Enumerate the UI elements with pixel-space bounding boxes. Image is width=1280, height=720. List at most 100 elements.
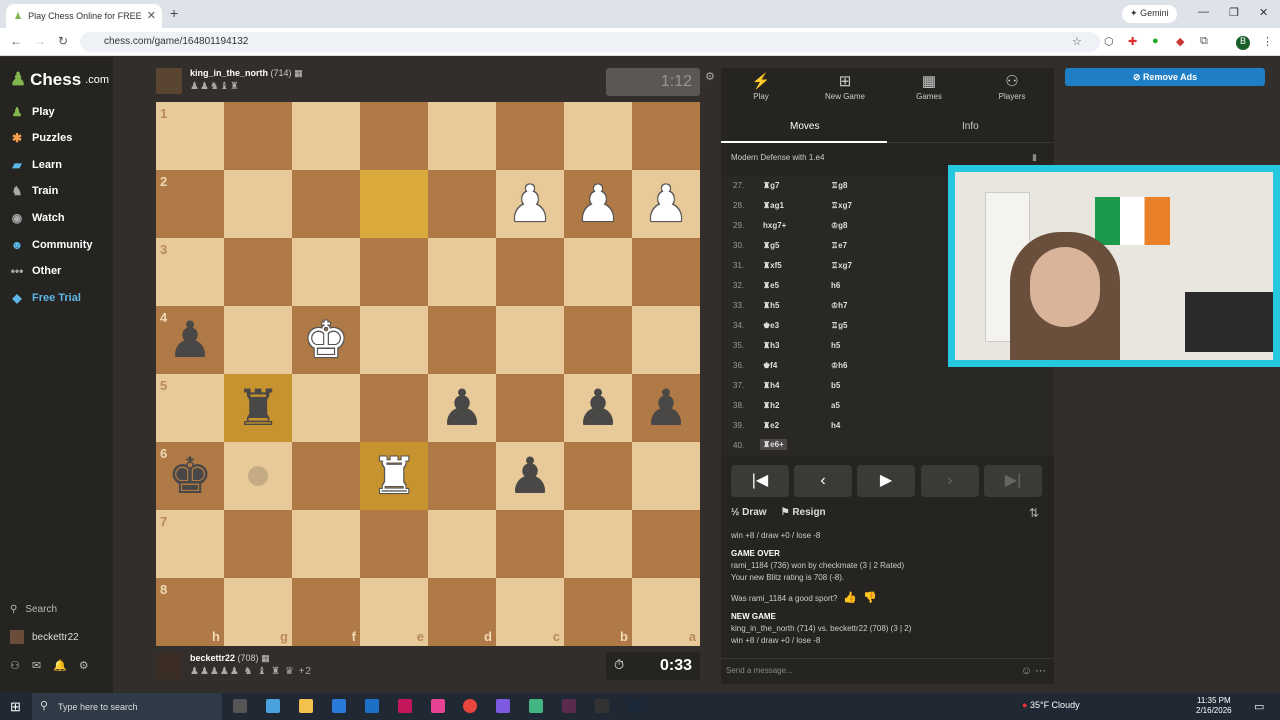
sidebar-profile[interactable]: beckettr22 <box>10 630 79 644</box>
remove-ads-button[interactable]: ⊘ Remove Ads <box>1065 68 1265 86</box>
tab-games[interactable]: ▦ Games <box>889 72 969 101</box>
board-square[interactable] <box>496 510 564 578</box>
white-move[interactable]: ♚f4 <box>763 361 777 370</box>
chess-piece[interactable]: ♟ <box>428 374 496 442</box>
board-square[interactable] <box>564 306 632 374</box>
extension-icon[interactable]: ⬡ <box>1104 35 1114 48</box>
notification-center-icon[interactable]: ▭ <box>1254 700 1264 713</box>
tab-info[interactable]: Info <box>962 121 979 132</box>
board-square[interactable]: 8h <box>156 578 224 646</box>
board-square[interactable] <box>632 102 700 170</box>
board-square[interactable]: ♟ <box>496 442 564 510</box>
messages-icon[interactable]: ✉ <box>32 659 41 672</box>
board-square[interactable] <box>428 510 496 578</box>
gemini-button[interactable]: ✦ Gemini <box>1122 5 1177 23</box>
board-square[interactable] <box>292 170 360 238</box>
copilot-icon[interactable] <box>266 699 280 713</box>
maximize-icon[interactable]: ❐ <box>1229 6 1239 19</box>
board-square[interactable]: c <box>496 578 564 646</box>
black-move[interactable]: ♖g5 <box>831 321 848 330</box>
sidebar-item-other[interactable]: ••• Other <box>10 261 62 281</box>
app-icon[interactable] <box>529 699 543 713</box>
extension-icon[interactable]: ◆ <box>1176 35 1184 48</box>
board-square[interactable] <box>496 102 564 170</box>
white-move[interactable]: ♚e3 <box>763 321 779 330</box>
thumbs-down-icon[interactable]: 👎 <box>863 592 877 604</box>
emoji-icon[interactable]: ☺ ⋯ <box>1021 664 1046 677</box>
chess-board[interactable]: 1 2 ♟ ♟ ♟ 3 4 ♟ ♚ 5 ♜ ♟ ♟ ♟ 6 ♚ ♜ ♟ 7 8 h g f e d c b a <box>156 102 700 646</box>
white-move[interactable]: ♜xf5 <box>763 261 782 270</box>
weather-widget[interactable]: ● 35°F Cloudy <box>1022 700 1080 710</box>
board-square[interactable] <box>496 238 564 306</box>
black-move[interactable]: ♔g8 <box>831 221 848 230</box>
sidebar-item-play[interactable]: ♟ Play <box>10 102 55 122</box>
board-square[interactable] <box>224 170 292 238</box>
sidebar-item-community[interactable]: ☻ Community <box>10 235 93 255</box>
board-square[interactable]: ♟ <box>564 170 632 238</box>
black-move[interactable]: h4 <box>831 421 840 430</box>
chess-piece[interactable]: ♜ <box>224 374 292 442</box>
board-square[interactable]: ♟ <box>564 374 632 442</box>
board-square[interactable]: 5 <box>156 374 224 442</box>
chess-piece[interactable]: ♟ <box>496 442 564 510</box>
board-square[interactable] <box>564 102 632 170</box>
black-move[interactable]: ♔h6 <box>831 361 848 370</box>
white-move[interactable]: ♜e2 <box>763 421 779 430</box>
minimize-icon[interactable]: — <box>1198 6 1209 18</box>
board-square[interactable] <box>360 170 428 238</box>
board-square[interactable] <box>496 306 564 374</box>
black-move[interactable]: ♔h7 <box>831 301 848 310</box>
chess-logo[interactable]: ♟ Chess .com <box>10 69 109 90</box>
board-square[interactable] <box>632 238 700 306</box>
back-icon[interactable]: ← <box>10 34 22 48</box>
white-move[interactable]: ♜h3 <box>763 341 780 350</box>
board-square[interactable] <box>224 102 292 170</box>
board-square[interactable] <box>428 442 496 510</box>
bookmark-star-icon[interactable]: ☆ <box>1072 35 1082 48</box>
extension-icon[interactable]: ● <box>1152 35 1159 47</box>
board-square[interactable] <box>428 170 496 238</box>
sidebar-item-train[interactable]: ♞ Train <box>10 181 59 201</box>
opening-name[interactable]: Modern Defense with 1.e4 <box>731 153 824 162</box>
white-move[interactable]: ♜e6+ <box>760 439 787 450</box>
profile-avatar-icon[interactable]: B <box>1236 36 1250 50</box>
board-square[interactable] <box>632 510 700 578</box>
chess-piece[interactable]: ♟ <box>564 374 632 442</box>
black-move[interactable]: b5 <box>831 381 840 390</box>
board-square[interactable]: 2 <box>156 170 224 238</box>
black-move[interactable]: ♖xg7 <box>831 201 852 210</box>
white-move[interactable]: ♜g5 <box>763 241 780 250</box>
url-field[interactable]: chess.com/game/164801194132 <box>80 32 1100 52</box>
close-window-icon[interactable]: ✕ <box>1259 6 1268 19</box>
chess-piece[interactable]: ♟ <box>564 170 632 238</box>
board-square[interactable] <box>428 102 496 170</box>
chess-piece[interactable]: ♚ <box>292 306 360 374</box>
windows-start-icon[interactable]: ⊞ <box>10 699 21 715</box>
draw-button[interactable]: ½ Draw <box>731 507 767 518</box>
white-move[interactable]: hxg7+ <box>763 221 786 230</box>
flip-board-icon[interactable]: ⇅ <box>1029 506 1039 520</box>
white-move[interactable]: ♜h4 <box>763 381 780 390</box>
board-square[interactable]: ♟ <box>496 170 564 238</box>
black-move[interactable]: h5 <box>831 341 840 350</box>
last-move-button[interactable]: ▶| <box>984 465 1042 497</box>
board-square[interactable]: a <box>632 578 700 646</box>
board-square[interactable] <box>360 510 428 578</box>
black-move[interactable]: h6 <box>831 281 840 290</box>
board-square[interactable] <box>632 442 700 510</box>
chess-piece[interactable]: ♟ <box>632 170 700 238</box>
tab-moves[interactable]: Moves <box>790 121 819 132</box>
tab-new-game[interactable]: ⊞ New Game <box>805 72 885 101</box>
sidebar-search[interactable]: ⚲ Search <box>10 604 57 615</box>
board-square[interactable] <box>224 238 292 306</box>
chrome-icon[interactable] <box>463 699 477 713</box>
extensions-puzzle-icon[interactable]: ⧉ <box>1200 35 1208 48</box>
app-icon[interactable] <box>595 699 609 713</box>
board-square[interactable] <box>360 306 428 374</box>
board-square[interactable]: 4 ♟ <box>156 306 224 374</box>
play-button[interactable]: ▶ <box>857 465 915 497</box>
outlook-icon[interactable] <box>365 699 379 713</box>
sidebar-item-watch[interactable]: ◉ Watch <box>10 208 65 228</box>
friends-icon[interactable]: ⚇ <box>10 659 20 672</box>
avatar[interactable] <box>156 653 182 679</box>
